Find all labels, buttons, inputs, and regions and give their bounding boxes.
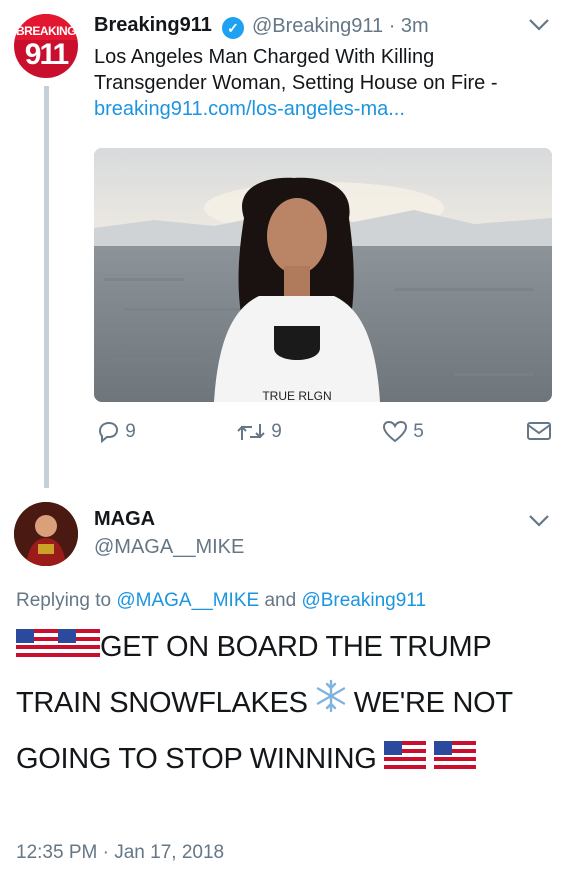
reply-icon [98, 421, 119, 444]
tweet1-author-handle[interactable]: @Breaking911 · 3m [252, 15, 429, 38]
shirt-text: TRUE RLGN [262, 389, 331, 402]
tweet2-timestamp[interactable]: 12:35 PM · Jan 17, 2018 [16, 842, 224, 864]
verified-badge-icon: ✓ [222, 17, 244, 39]
us-flag-icon [58, 621, 100, 676]
tweet1-time[interactable]: · 3m [389, 15, 429, 37]
like-button[interactable]: 5 [382, 420, 424, 444]
tweet1-text-body: Los Angeles Man Charged With Killing Tra… [94, 46, 498, 94]
like-count: 5 [413, 421, 424, 443]
tweet2-text: GET ON BOARD THE TRUMP TRAIN SNOWFLAKES W… [16, 620, 556, 788]
retweet-count: 9 [271, 421, 282, 443]
tweet1-handle[interactable]: @Breaking911 [252, 15, 383, 37]
heart-icon [382, 420, 408, 443]
mention-maga-mike[interactable]: @MAGA__MIKE [116, 590, 259, 611]
tweet1-author-name[interactable]: Breaking911 [94, 14, 212, 37]
tweet1-text: Los Angeles Man Charged With Killing Tra… [94, 44, 544, 122]
tweet1-photo[interactable]: TRUE RLGN [94, 148, 552, 402]
dm-button[interactable] [526, 420, 552, 442]
retweet-icon [237, 424, 265, 440]
maga-avatar[interactable] [14, 502, 78, 566]
reply-count: 9 [125, 421, 136, 443]
retweet-button[interactable]: 9 [236, 420, 282, 444]
us-flag-icon [384, 733, 427, 788]
tweet2-author-handle[interactable]: @MAGA__MIKE [94, 536, 244, 559]
breaking911-avatar[interactable]: BREAKING 911 [14, 14, 78, 78]
tweet1-link[interactable]: breaking911.com/los-angeles-ma... [94, 96, 544, 122]
us-flag-icon [434, 733, 477, 788]
replying-and: and [264, 590, 297, 611]
thread-line [44, 86, 49, 488]
snowflake-icon [314, 677, 348, 732]
photo-illustration: TRUE RLGN [94, 148, 552, 402]
avatar-text-911: 911 [24, 38, 69, 71]
envelope-icon [527, 422, 551, 440]
reply-button[interactable]: 9 [96, 420, 136, 444]
mention-breaking911[interactable]: @Breaking911 [301, 590, 426, 611]
replying-to: Replying to @MAGA__MIKE and @Breaking911 [16, 590, 426, 612]
chevron-down-icon[interactable] [528, 512, 550, 533]
chevron-down-icon[interactable] [528, 16, 550, 37]
avatar-text-breaking: BREAKING [15, 24, 77, 38]
us-flag-icon [16, 621, 58, 676]
replying-prefix: Replying to [16, 590, 112, 611]
avatar-illustration [14, 502, 78, 566]
tweet2-author-name[interactable]: MAGA [94, 508, 155, 531]
